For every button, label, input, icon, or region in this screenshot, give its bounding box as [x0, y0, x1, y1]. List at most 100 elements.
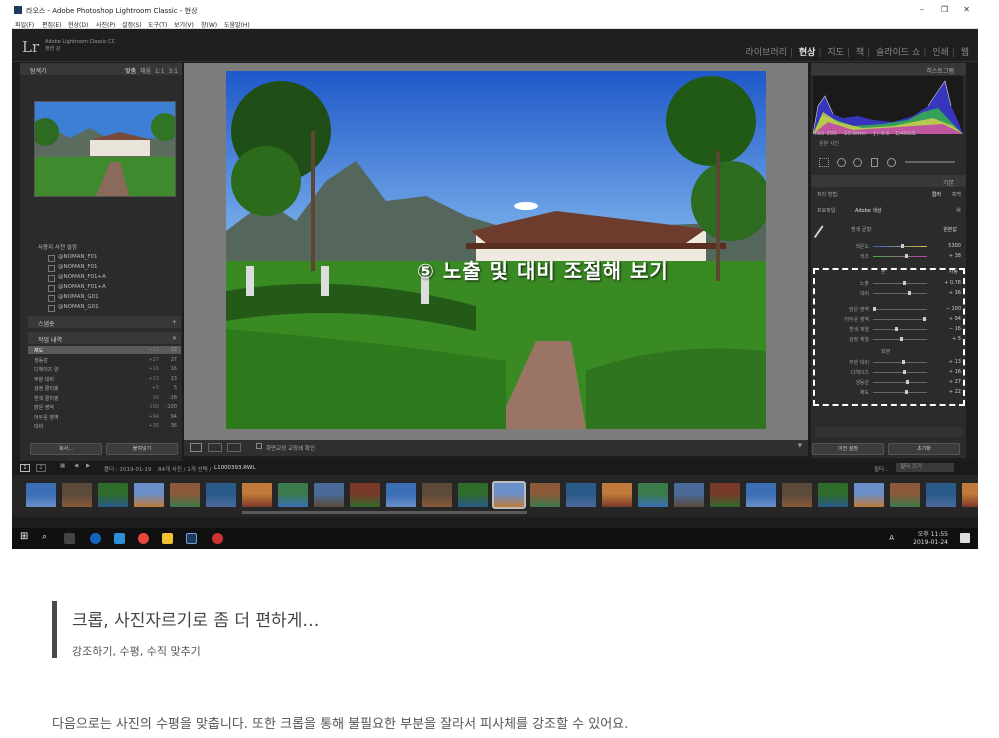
notification-icon[interactable] — [960, 533, 970, 543]
filmstrip-source[interactable]: 폴더 : 2019-01-19 — [104, 465, 151, 473]
filter-select[interactable]: 필터 끄기 — [896, 463, 954, 472]
history-item[interactable]: 디헤이즈 양 +16 16 — [28, 365, 181, 373]
filmstrip-thumbnail[interactable] — [492, 481, 526, 509]
wb-eyedropper-icon[interactable] — [813, 225, 831, 243]
filmstrip-thumbnail[interactable] — [242, 483, 272, 507]
filmstrip-thumbnail[interactable] — [314, 483, 344, 507]
radial-filter-icon[interactable] — [887, 158, 896, 167]
main-photo[interactable] — [226, 71, 766, 429]
filmstrip-thumbnail[interactable] — [62, 483, 92, 507]
screen-1-button[interactable]: 1 — [20, 464, 30, 472]
history-item[interactable]: 어두운 영역 +94 94 — [28, 413, 181, 421]
filmstrip-thumbnail[interactable] — [458, 483, 488, 507]
snapshots-header[interactable]: 스냅숏 + — [28, 316, 181, 328]
filmstrip-thumbnail[interactable] — [26, 483, 56, 507]
app2-icon[interactable] — [212, 533, 223, 544]
profile-browser-icon[interactable]: ▦ — [956, 207, 961, 213]
filmstrip-thumbnail[interactable] — [98, 483, 128, 507]
module-print[interactable]: 인쇄 — [929, 48, 952, 58]
task-view-icon[interactable] — [64, 533, 75, 544]
filmstrip-thumbnail[interactable] — [782, 483, 812, 507]
module-book[interactable]: 책 — [853, 48, 867, 58]
filmstrip-thumbnail[interactable] — [602, 483, 632, 507]
basic-header[interactable]: 기본 — [811, 175, 966, 187]
menu-file[interactable]: 파일(F) — [15, 20, 34, 29]
minimize-button[interactable]: – — [920, 5, 924, 14]
filmstrip-thumbnail[interactable] — [386, 483, 416, 507]
filmstrip-scrollbar[interactable] — [242, 511, 527, 514]
tint-slider[interactable]: 색조 + 38 — [841, 252, 961, 260]
filmstrip-thumbnail[interactable] — [746, 483, 776, 507]
adjustment-brush-icon[interactable] — [905, 161, 955, 163]
chrome-icon[interactable] — [138, 533, 149, 544]
module-web[interactable]: 웹 — [958, 48, 972, 58]
history-item[interactable]: 부분 대비 +13 13 — [28, 375, 181, 383]
menu-tools[interactable]: 도구(T) — [148, 20, 167, 29]
history-item[interactable]: 흰색 클리핑 -16 -16 — [28, 394, 181, 402]
preset-item[interactable]: @NOMAN_F01+A — [48, 274, 106, 282]
soft-proof-checkbox[interactable] — [256, 443, 262, 449]
red-eye-icon[interactable] — [853, 158, 862, 167]
histogram-graph[interactable] — [813, 76, 963, 134]
menu-settings[interactable]: 설정(S) — [122, 20, 142, 29]
lightroom-taskbar-icon[interactable] — [186, 533, 197, 544]
app-icon[interactable] — [114, 533, 125, 544]
menu-window[interactable]: 창(W) — [201, 20, 217, 29]
treatment-color[interactable]: 컬러 — [932, 191, 941, 198]
filmstrip-thumbnail[interactable] — [674, 483, 704, 507]
histogram-header[interactable]: 히스토그램 — [811, 63, 966, 75]
forward-arrow-icon[interactable]: ▶ — [86, 463, 90, 469]
paste-button[interactable]: 붙여넣기 — [106, 443, 178, 455]
menu-edit[interactable]: 편집(E) — [42, 20, 62, 29]
filmstrip-thumbnail[interactable] — [638, 483, 668, 507]
filmstrip-thumbnail[interactable] — [854, 483, 884, 507]
reset-button[interactable]: 초기화 — [888, 443, 960, 455]
preset-item[interactable]: @NOMAN_G01 — [48, 294, 99, 302]
filmstrip-thumbnail[interactable] — [710, 483, 740, 507]
menu-help[interactable]: 도움말(H) — [224, 20, 250, 29]
filmstrip-thumbnail[interactable] — [890, 483, 920, 507]
filmstrip-thumbnail[interactable] — [962, 483, 978, 507]
filmstrip-thumbnail[interactable] — [206, 483, 236, 507]
profile-select[interactable]: Adobe 색상 — [855, 207, 882, 214]
filmstrip-thumbnail[interactable] — [926, 483, 956, 507]
ime-language[interactable]: A — [889, 534, 894, 542]
windows-start-icon[interactable]: ⊞ — [20, 531, 31, 542]
history-item[interactable]: 대비 +36 36 — [28, 422, 181, 430]
filmstrip-thumbnail[interactable] — [134, 483, 164, 507]
wb-select[interactable]: 원본값 — [943, 226, 957, 233]
module-develop[interactable]: 현상 — [796, 48, 819, 58]
loupe-view-icon[interactable] — [190, 443, 202, 452]
module-library[interactable]: 라이브러리 — [743, 48, 790, 58]
history-item[interactable]: 검정 클리핑 +5 5 — [28, 384, 181, 392]
grid-icon[interactable]: ▦ — [60, 463, 65, 469]
close-button[interactable]: ✕ — [963, 5, 970, 14]
navigator-header[interactable]: 탐색기 맞춤 채움 1:1 3:1 — [20, 63, 182, 75]
menu-develop[interactable]: 현상(D) — [68, 20, 88, 29]
temp-slider[interactable]: 색온도 5300 — [841, 242, 961, 250]
copy-button[interactable]: 복사... — [30, 443, 102, 455]
presets-folder[interactable]: 사용자 사전 설정 — [38, 243, 77, 251]
preset-item[interactable]: @NOMAN_F01 — [47, 254, 97, 262]
module-map[interactable]: 지도 — [824, 48, 847, 58]
navigator-preview[interactable] — [34, 101, 176, 197]
module-slideshow[interactable]: 슬라이드 쇼 — [873, 48, 923, 58]
history-item[interactable]: 채도 +22 22 — [28, 346, 181, 354]
before-after-icon[interactable] — [227, 443, 241, 452]
filmstrip-thumbnail[interactable] — [170, 483, 200, 507]
crop-tool-icon[interactable] — [819, 158, 829, 167]
edge-browser-icon[interactable] — [90, 533, 101, 544]
history-header[interactable]: 작업 내역 ✕ — [28, 332, 181, 344]
treatment-bw[interactable]: 흑백 — [952, 191, 961, 198]
filmstrip-thumbnail[interactable] — [818, 483, 848, 507]
menu-view[interactable]: 보기(V) — [174, 20, 194, 29]
menu-photo[interactable]: 사진(P) — [96, 20, 115, 29]
original-photo-toggle[interactable]: 원본 사진 — [819, 140, 839, 147]
maximize-button[interactable]: ❐ — [941, 5, 948, 14]
search-icon[interactable]: ⌕ — [42, 532, 53, 543]
file-explorer-icon[interactable] — [162, 533, 173, 544]
history-item[interactable]: 생동감 +27 27 — [28, 356, 181, 364]
preset-item[interactable]: @NOMAN_G01 — [48, 304, 99, 312]
compare-view-icon[interactable] — [208, 443, 222, 452]
back-arrow-icon[interactable]: ◀ — [74, 463, 78, 469]
